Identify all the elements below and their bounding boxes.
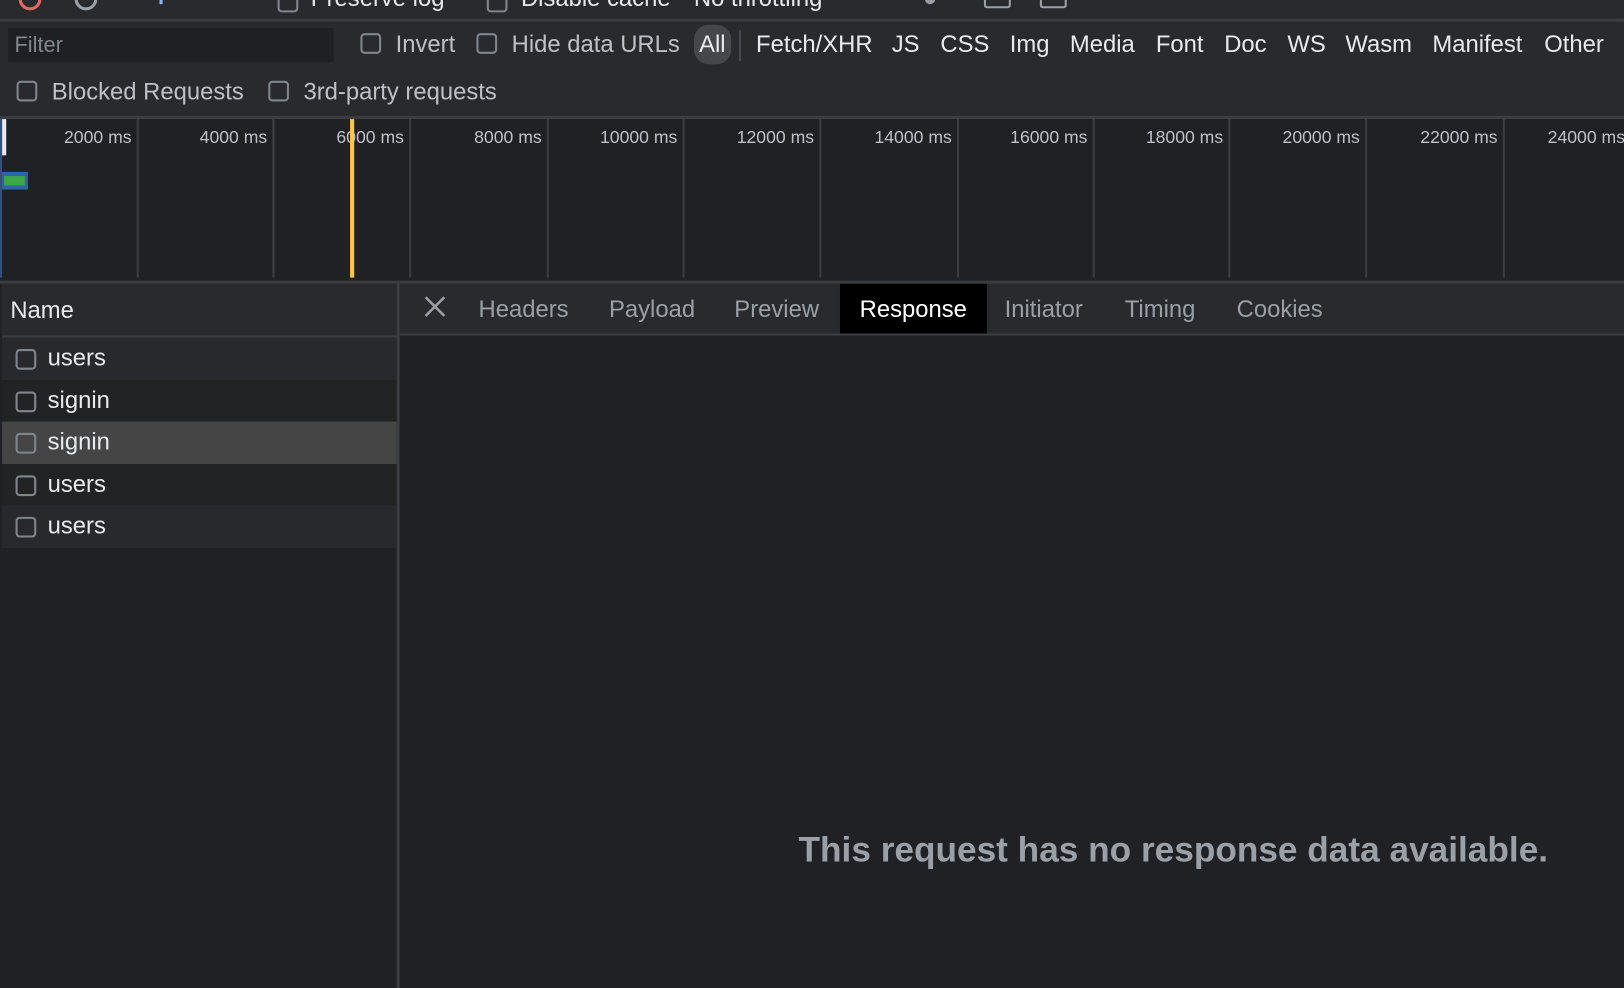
export-icon[interactable]: [1039, 0, 1067, 9]
preserve-log-checkbox[interactable]: [277, 0, 299, 13]
request-checkbox[interactable]: [15, 349, 37, 370]
type-manifest[interactable]: Manifest: [1432, 30, 1522, 58]
type-font[interactable]: Font: [1156, 30, 1204, 58]
record-button[interactable]: [18, 0, 42, 11]
timeline-tick-label: 4000 ms: [199, 127, 268, 148]
tab-initiator[interactable]: Initiator: [985, 284, 1102, 334]
request-row[interactable]: users: [2, 463, 397, 507]
request-name: signin: [47, 385, 110, 413]
timeline-tick-label: 24000 ms: [1547, 127, 1624, 148]
name-header-label: Name: [10, 296, 74, 324]
timeline-tick-label: 20000 ms: [1282, 127, 1360, 148]
third-party-label: 3rd-party requests: [303, 77, 497, 105]
load-event-marker: [350, 119, 355, 278]
filter-icon[interactable]: [159, 0, 163, 5]
settings-icon[interactable]: [924, 0, 936, 5]
tab-preview[interactable]: Preview: [715, 284, 839, 334]
type-css[interactable]: CSS: [940, 30, 989, 58]
filter-bar: Invert Hide data URLs All Fetch/XHR JS C…: [0, 21, 1624, 120]
tab-cookies[interactable]: Cookies: [1217, 284, 1342, 334]
throttling-select[interactable]: No throttling: [694, 0, 822, 12]
timeline-gridline: [546, 119, 549, 278]
timeline-tick-label: 18000 ms: [1145, 127, 1224, 148]
request-name: users: [47, 343, 106, 371]
devtools-network-panel: Preserve log Disable cache No throttling…: [0, 0, 1624, 988]
request-name: signin: [47, 427, 110, 455]
timeline-overview[interactable]: 2000 ms 4000 ms 6000 ms 8000 ms 10000 ms 1200…: [0, 119, 1624, 278]
filter-input[interactable]: [8, 27, 334, 63]
disable-cache-checkbox[interactable]: [486, 0, 508, 13]
timeline-start-marker: [2, 119, 7, 156]
timeline-gridline: [1228, 119, 1231, 278]
timeline-gridline: [682, 119, 685, 278]
third-party-checkbox[interactable]: [268, 80, 289, 102]
timeline-gridline: [956, 119, 960, 278]
details-tab-bar: Headers Payload Preview Response Initiator Ti…: [399, 283, 1624, 336]
network-toolbar: Preserve log Disable cache No throttling: [0, 0, 1624, 22]
timeline-tick-label: 8000 ms: [474, 127, 542, 148]
timeline-tick-label: 10000 ms: [600, 127, 678, 148]
type-img[interactable]: Img: [1010, 30, 1050, 58]
request-checkbox[interactable]: [15, 517, 37, 538]
timeline-tick-label: 2000 ms: [64, 127, 132, 148]
disable-cache-label: Disable cache: [521, 0, 671, 12]
timeline-gridline: [136, 119, 139, 278]
clear-button[interactable]: [74, 0, 98, 11]
tab-payload[interactable]: Payload: [589, 284, 714, 334]
no-response-message: This request has no response data availa…: [798, 830, 1549, 870]
timeline-gridline: [409, 119, 412, 278]
timeline-tick-label: 22000 ms: [1420, 127, 1498, 148]
tab-response[interactable]: Response: [839, 283, 987, 334]
timeline-tick-label: 14000 ms: [874, 127, 952, 148]
type-doc[interactable]: Doc: [1224, 30, 1266, 58]
type-fetch-xhr[interactable]: Fetch/XHR: [756, 30, 873, 58]
request-checkbox[interactable]: [15, 433, 37, 454]
request-row[interactable]: users: [2, 505, 397, 549]
type-media[interactable]: Media: [1070, 30, 1135, 58]
request-checkbox[interactable]: [15, 475, 37, 496]
tab-timing[interactable]: Timing: [1105, 284, 1215, 334]
hide-data-urls-label: Hide data URLs: [511, 30, 680, 57]
timeline-gridline: [819, 119, 822, 278]
timeline-gridline: [1365, 119, 1368, 278]
type-all-label: All: [699, 30, 726, 57]
type-other[interactable]: Other: [1544, 30, 1604, 58]
hide-data-urls-checkbox[interactable]: [476, 33, 498, 54]
blocked-requests-label: Blocked Requests: [51, 77, 244, 105]
request-row[interactable]: signin: [2, 379, 397, 423]
import-icon[interactable]: [983, 0, 1011, 9]
invert-checkbox[interactable]: [360, 33, 382, 54]
request-row[interactable]: users: [2, 337, 397, 381]
search-icon[interactable]: [210, 0, 233, 8]
request-name: users: [47, 469, 106, 497]
request-name: users: [47, 512, 106, 539]
request-list: Name users signin signin users users: [0, 280, 400, 988]
timeline-left-edge: [0, 119, 3, 278]
request-checkbox[interactable]: [15, 391, 37, 412]
name-column-header[interactable]: Name: [2, 283, 397, 338]
timeline-tick-label: 12000 ms: [736, 127, 815, 148]
type-ws[interactable]: WS: [1287, 30, 1325, 58]
preserve-log-label: Preserve log: [311, 0, 445, 12]
request-row[interactable]: signin: [2, 421, 397, 465]
type-js[interactable]: JS: [892, 30, 920, 58]
request-bar-fill: [4, 176, 25, 186]
timeline-gridline: [272, 119, 275, 278]
invert-label: Invert: [395, 30, 456, 57]
timeline-tick-label: 6000 ms: [336, 127, 404, 148]
type-divider: [739, 30, 741, 62]
type-wasm[interactable]: Wasm: [1345, 30, 1412, 58]
blocked-requests-checkbox[interactable]: [16, 80, 38, 102]
tab-headers[interactable]: Headers: [459, 284, 588, 334]
request-details: Headers Payload Preview Response Initiator Ti…: [399, 280, 1624, 988]
timeline-tick-label: 16000 ms: [1010, 127, 1088, 148]
close-icon[interactable]: [423, 294, 448, 319]
timeline-gridline: [1092, 119, 1095, 278]
